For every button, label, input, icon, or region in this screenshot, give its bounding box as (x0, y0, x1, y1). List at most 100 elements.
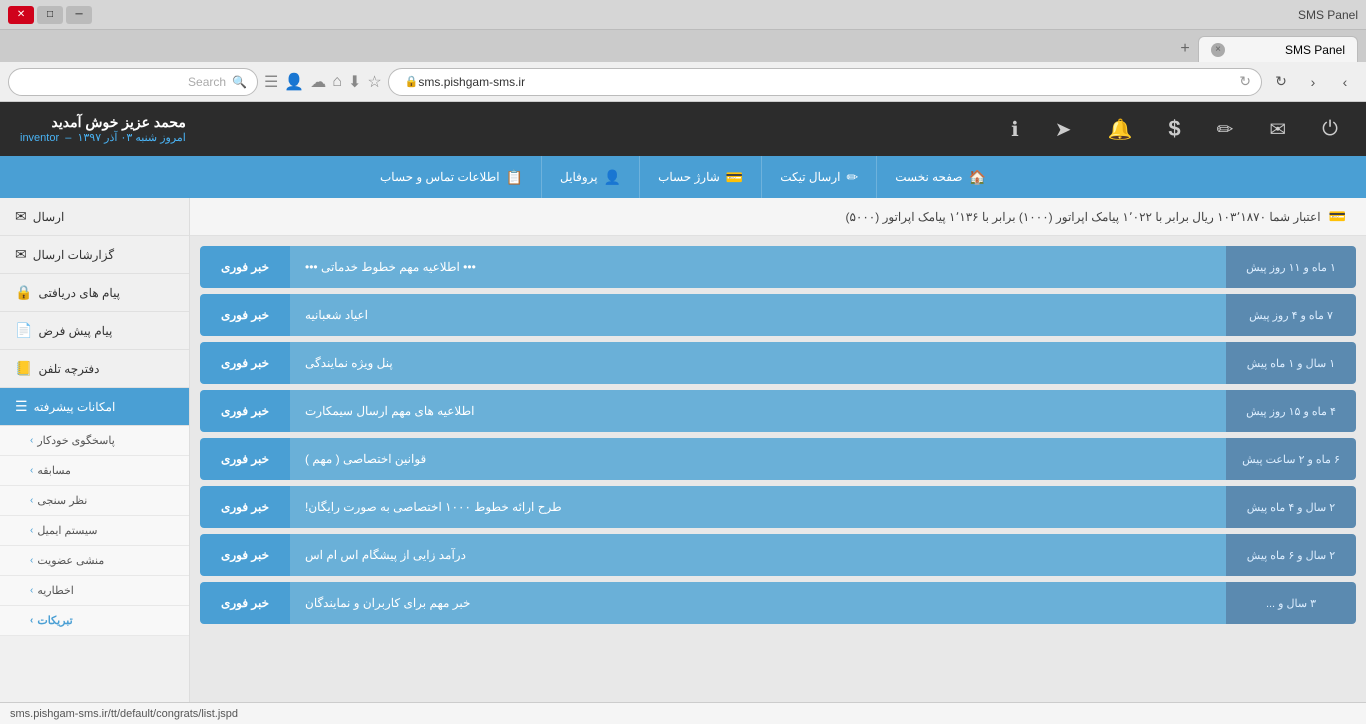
news-item-6[interactable]: ۲ سال و ۴ ماه پیش طرح ارائه خطوط ۱۰۰۰ اخ… (200, 486, 1356, 528)
main-content: 💳 اعتبار شما ۱۰۳٬۱۸۷۰ ریال برابر با ۱٬۰۲… (190, 198, 1366, 702)
content-wrapper: 💳 اعتبار شما ۱۰۳٬۱۸۷۰ ریال برابر با ۱٬۰۲… (0, 198, 1366, 702)
sidebar-inbox-label: پیام های دریافتی (38, 286, 120, 300)
power-icon[interactable]: ⏻ (1314, 110, 1346, 149)
news-item-2[interactable]: ۷ ماه و ۴ روز پیش اعیاد شعبانیه خبر فوری (200, 294, 1356, 336)
news-tag-7: خبر فوری (200, 534, 290, 576)
sidebar-advanced-icon: ☰ (15, 398, 28, 415)
sidebar-sub-autoresponder[interactable]: پاسخگوی خودکار › (0, 426, 189, 456)
news-item-4[interactable]: ۴ ماه و ۱۵ روز پیش اطلاعیه های مهم ارسال… (200, 390, 1356, 432)
status-bar: sms.pishgam-sms.ir/tt/default/congrats/l… (0, 702, 1366, 724)
user-info: محمد عزیز خوش آمدید امروز شنبه ۰۳ آذر ۱۳… (20, 114, 186, 144)
news-item-8[interactable]: ۳ سال و ... خبر مهم برای کاربران و نماین… (200, 582, 1356, 624)
credit-icon: 💳 (1329, 208, 1346, 225)
sidebar-item-advanced[interactable]: امکانات پیشرفته ☰ (0, 388, 189, 426)
account-icon[interactable]: 👤 (284, 72, 304, 92)
sidebar-sub-membership[interactable]: منشی عضویت › (0, 546, 189, 576)
user-date: امروز شنبه ۰۳ آذر ۱۳۹۷ (77, 132, 185, 144)
forward-button[interactable]: › (1300, 69, 1326, 95)
address-bar[interactable]: 🔒 sms.pishgam-sms.ir ↻ (388, 68, 1262, 96)
news-date-4: ۴ ماه و ۱۵ روز پیش (1226, 390, 1356, 432)
sidebar-send-icon: ✉ (15, 208, 27, 225)
menu-profile-label: پروفایل (560, 170, 598, 184)
back-button[interactable]: ‹ (1332, 69, 1358, 95)
bell-icon[interactable]: 🔔 (1099, 109, 1140, 150)
sub-arrow-6: › (30, 615, 33, 626)
news-item-3[interactable]: ۱ سال و ۱ ماه پیش پنل ویژه نمایندگی خبر … (200, 342, 1356, 384)
sidebar-sub-congratulations[interactable]: تبریکات › (0, 606, 189, 636)
sidebar-sub-alert[interactable]: اخطاریه › (0, 576, 189, 606)
menu-charge[interactable]: 💳 شارژ حساب (639, 156, 761, 198)
news-title-3: پنل ویژه نمایندگی (290, 342, 1226, 384)
user-name: محمد عزیز خوش آمدید (20, 114, 186, 131)
sub-membership-label: منشی عضویت (37, 554, 104, 567)
maximize-button[interactable]: □ (37, 6, 63, 24)
home-menu-icon: 🏠 (969, 169, 986, 186)
news-title-7: درآمد زایی از پیشگام اس ام اس (290, 534, 1226, 576)
info-icon[interactable]: ℹ (1003, 109, 1027, 150)
sync-icon[interactable]: ☁ (310, 72, 326, 92)
refresh-button[interactable]: ↻ (1268, 69, 1294, 95)
menu-contact[interactable]: 📋 اطلاعات تماس و حساب (362, 156, 541, 198)
sidebar-sub-survey[interactable]: نظر سنجی › (0, 486, 189, 516)
profile-menu-icon: 👤 (604, 169, 621, 186)
news-title-1: ••• اطلاعیه مهم خطوط خدماتی ••• (290, 246, 1226, 288)
mail-icon[interactable]: ✉ (1261, 109, 1294, 150)
address-text: sms.pishgam-sms.ir (418, 75, 525, 89)
sub-alert-label: اخطاریه (37, 584, 74, 597)
sidebar-inbox-icon: 🔒 (15, 284, 32, 301)
news-tag-6: خبر فوری (200, 486, 290, 528)
news-title-8: خبر مهم برای کاربران و نمایندگان (290, 582, 1226, 624)
sidebar-sub-contest[interactable]: مسابقه › (0, 456, 189, 486)
search-icon: 🔍 (232, 75, 247, 89)
sidebar-reports-icon: ✉ (15, 246, 27, 263)
sidebar-phonebook-icon: 📒 (15, 360, 32, 377)
browser-icons: ☆ ⬇ ⌂ ☁ 👤 ☰ (264, 72, 382, 92)
active-tab[interactable]: SMS Panel × (1198, 36, 1358, 62)
sidebar-phonebook-label: دفترچه تلفن (38, 362, 99, 376)
dollar-icon[interactable]: $ (1160, 108, 1188, 150)
sidebar-item-phonebook[interactable]: دفترچه تلفن 📒 (0, 350, 189, 388)
app-container: ⏻ ✉ ✏ $ 🔔 ➤ ℹ محمد عزیز خوش آمدید امروز … (0, 102, 1366, 724)
sub-arrow-2: › (30, 495, 33, 506)
sidebar-reports-label: گزارشات ارسال (33, 248, 114, 262)
menu-charge-label: شارژ حساب (658, 170, 720, 184)
search-bar[interactable]: 🔍 Search (8, 68, 258, 96)
nav-icons-group: ⏻ ✉ ✏ $ 🔔 ➤ ℹ (1003, 108, 1346, 150)
tab-close-button[interactable]: × (1211, 43, 1225, 57)
menu-ticket[interactable]: ✏ ارسال تیکت (761, 156, 876, 198)
sidebar-item-reports[interactable]: گزارشات ارسال ✉ (0, 236, 189, 274)
news-date-7: ۲ سال و ۶ ماه پیش (1226, 534, 1356, 576)
sidebar-sub-email[interactable]: سیستم ایمیل › (0, 516, 189, 546)
news-tag-5: خبر فوری (200, 438, 290, 480)
sidebar-default-icon: 📄 (15, 322, 32, 339)
home-icon[interactable]: ⌂ (332, 73, 342, 91)
new-tab-button[interactable]: + (1172, 36, 1198, 62)
sub-arrow-4: › (30, 555, 33, 566)
edit-icon[interactable]: ✏ (1209, 109, 1242, 150)
send-icon[interactable]: ➤ (1047, 109, 1080, 150)
news-item-7[interactable]: ۲ سال و ۶ ماه پیش درآمد زایی از پیشگام ا… (200, 534, 1356, 576)
news-tag-2: خبر فوری (200, 294, 290, 336)
menu-home[interactable]: 🏠 صفحه نخست (876, 156, 1004, 198)
titlebar: SMS Panel ─ □ ✕ (0, 0, 1366, 30)
sidebar-item-default[interactable]: پیام پیش فرض 📄 (0, 312, 189, 350)
contact-menu-icon: 📋 (506, 169, 523, 186)
news-date-5: ۶ ماه و ۲ ساعت پیش (1226, 438, 1356, 480)
tab-bar: SMS Panel × + (0, 30, 1366, 62)
news-title-6: طرح ارائه خطوط ۱۰۰۰ اختصاصی به صورت رایگ… (290, 486, 1226, 528)
news-item-5[interactable]: ۶ ماه و ۲ ساعت پیش قوانین اختصاصی ( مهم … (200, 438, 1356, 480)
download-icon[interactable]: ⬇ (348, 72, 361, 92)
news-title-5: قوانین اختصاصی ( مهم ) (290, 438, 1226, 480)
bookmark-icon[interactable]: ☆ (367, 72, 381, 92)
top-navigation: ⏻ ✉ ✏ $ 🔔 ➤ ℹ محمد عزیز خوش آمدید امروز … (0, 102, 1366, 156)
news-list: ۱ ماه و ۱۱ روز پیش ••• اطلاعیه مهم خطوط … (190, 236, 1366, 640)
sidebar-item-send[interactable]: ارسال ✉ (0, 198, 189, 236)
status-url: sms.pishgam-sms.ir/tt/default/congrats/l… (10, 708, 238, 720)
news-item-1[interactable]: ۱ ماه و ۱۱ روز پیش ••• اطلاعیه مهم خطوط … (200, 246, 1356, 288)
menu-bar: 🏠 صفحه نخست ✏ ارسال تیکت 💳 شارژ حساب 👤 پ… (0, 156, 1366, 198)
close-window-button[interactable]: ✕ (8, 6, 34, 24)
menu-profile[interactable]: 👤 پروفایل (541, 156, 639, 198)
sidebar-item-inbox[interactable]: پیام های دریافتی 🔒 (0, 274, 189, 312)
menu-icon[interactable]: ☰ (264, 72, 278, 92)
minimize-button[interactable]: ─ (66, 6, 92, 24)
